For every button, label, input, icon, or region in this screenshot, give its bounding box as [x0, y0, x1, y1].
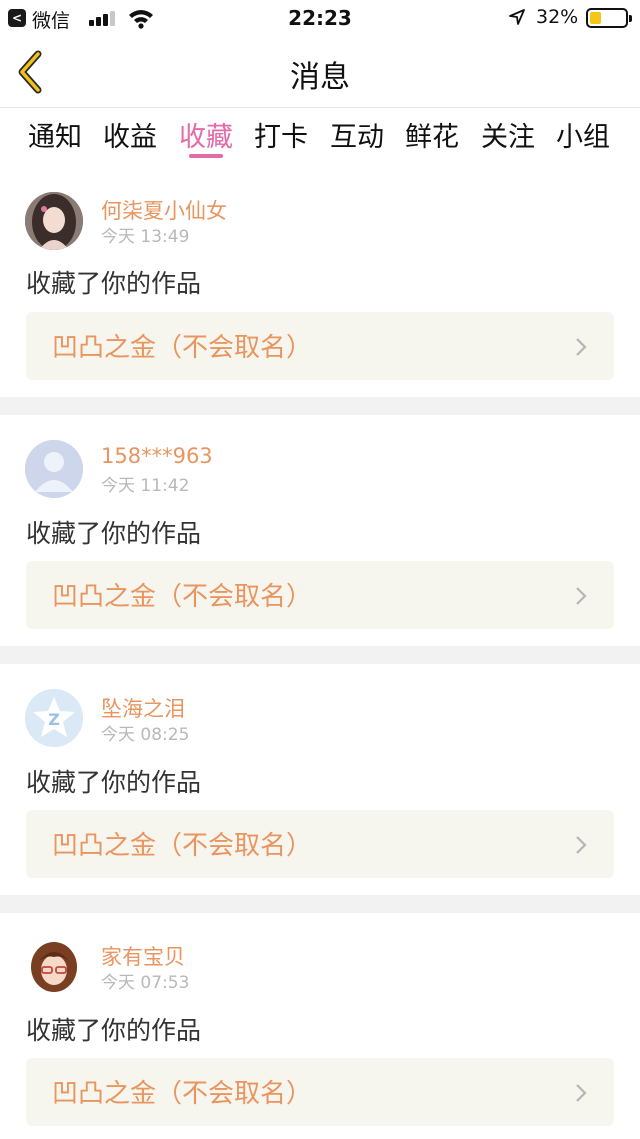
chevron-right-icon — [576, 1084, 587, 1102]
work-link[interactable]: 凹凸之金（不会取名） — [26, 561, 614, 629]
message-time: 今天 11:42 — [101, 476, 190, 496]
work-link[interactable]: 凹凸之金（不会取名） — [26, 810, 614, 878]
user-name[interactable]: 158***963 — [101, 444, 213, 468]
tab-label: 收藏 — [179, 122, 233, 153]
tab-checkin[interactable]: 打卡 — [252, 115, 310, 165]
message-card: 何柒夏小仙女 今天 13:49 收藏了你的作品 凹凸之金（不会取名） — [0, 171, 640, 397]
tab-notifications[interactable]: 通知 — [26, 115, 84, 165]
nav-bar: 消息 — [0, 36, 640, 108]
message-card: Z 坠海之泪 今天 08:25 收藏了你的作品 凹凸之金（不会取名） — [0, 664, 640, 895]
message-time: 今天 13:49 — [101, 227, 190, 247]
tab-label: 关注 — [481, 122, 535, 153]
tab-label: 打卡 — [254, 122, 308, 153]
avatar-image — [25, 192, 83, 250]
work-link[interactable]: 凹凸之金（不会取名） — [26, 1058, 614, 1126]
chevron-right-icon — [576, 836, 587, 854]
qzone-star-avatar[interactable]: Z — [25, 689, 83, 747]
location-arrow-icon — [509, 9, 525, 25]
message-time: 今天 08:25 — [101, 725, 190, 745]
tab-label: 鲜花 — [405, 122, 459, 153]
work-title: 凹凸之金（不会取名） — [52, 333, 313, 363]
status-bar: < 微信 22:23 32% — [0, 0, 640, 36]
action-text: 收藏了你的作品 — [26, 1016, 202, 1045]
avatar-image: Z — [25, 689, 83, 747]
default-user-avatar[interactable] — [25, 440, 83, 498]
work-title: 凹凸之金（不会取名） — [52, 1079, 313, 1109]
user-name[interactable]: 何柒夏小仙女 — [101, 195, 227, 225]
work-title: 凹凸之金（不会取名） — [52, 831, 313, 861]
card-divider — [0, 397, 640, 415]
user-name[interactable]: 家有宝贝 — [101, 941, 185, 971]
chevron-right-icon — [576, 338, 587, 356]
tab-interaction[interactable]: 互动 — [328, 115, 386, 165]
user-name[interactable]: 坠海之泪 — [101, 693, 185, 723]
action-text: 收藏了你的作品 — [26, 269, 202, 298]
work-title: 凹凸之金（不会取名） — [52, 582, 313, 612]
avatar-image — [25, 937, 83, 995]
message-card: 家有宝贝 今天 07:53 收藏了你的作品 凹凸之金（不会取名） — [0, 913, 640, 1139]
card-divider — [0, 895, 640, 913]
battery-level-fill — [590, 12, 601, 24]
cartoon-girl-avatar[interactable] — [25, 937, 83, 995]
action-text: 收藏了你的作品 — [26, 768, 202, 797]
tab-groups[interactable]: 小组 — [554, 115, 612, 165]
tab-flowers[interactable]: 鲜花 — [403, 115, 461, 165]
page-title: 消息 — [290, 60, 350, 95]
tab-label: 互动 — [330, 122, 384, 153]
tab-label: 收益 — [103, 122, 157, 153]
message-time: 今天 07:53 — [101, 973, 190, 993]
tab-label: 小组 — [556, 122, 610, 153]
tab-follow[interactable]: 关注 — [479, 115, 537, 165]
chevron-right-icon — [576, 587, 587, 605]
message-tabs: 通知 收益 收藏 打卡 互动 鲜花 关注 小组 — [0, 109, 640, 171]
tab-earnings[interactable]: 收益 — [101, 115, 159, 165]
active-tab-indicator — [189, 154, 223, 158]
tab-label: 通知 — [28, 122, 82, 153]
action-text: 收藏了你的作品 — [26, 519, 202, 548]
svg-text:Z: Z — [48, 710, 60, 729]
battery-icon — [586, 8, 632, 28]
girl-portrait-avatar[interactable] — [25, 192, 83, 250]
avatar-image — [25, 440, 83, 498]
card-divider — [0, 646, 640, 664]
work-link[interactable]: 凹凸之金（不会取名） — [26, 312, 614, 380]
message-card: 158***963 今天 11:42 收藏了你的作品 凹凸之金（不会取名） — [0, 415, 640, 646]
battery-percent: 32% — [536, 6, 579, 28]
